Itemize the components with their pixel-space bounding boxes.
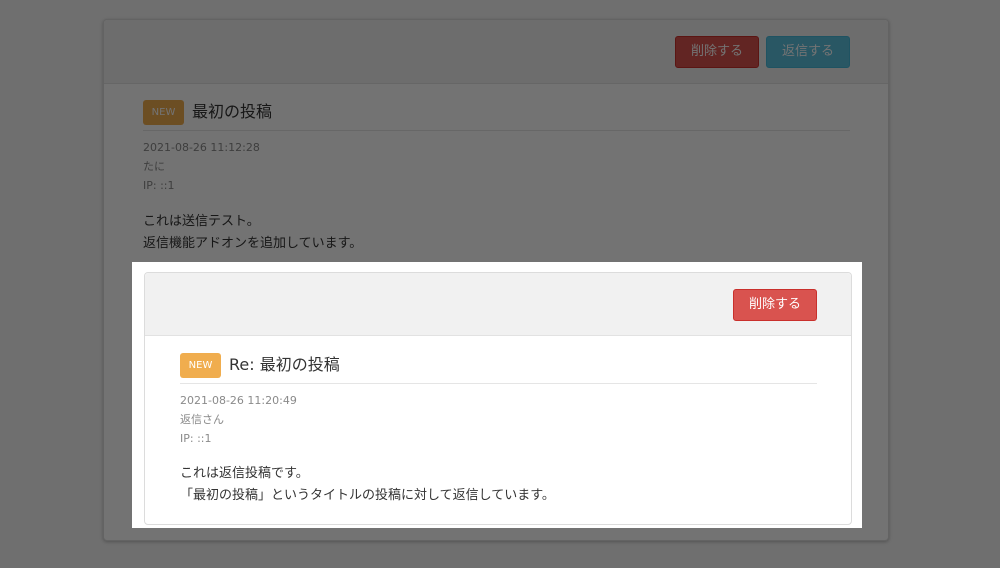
post-ip: IP: ::1 bbox=[143, 179, 175, 192]
reply-body-line: 「最初の投稿」というタイトルの投稿に対して返信しています。 bbox=[180, 488, 555, 503]
title-divider bbox=[180, 383, 817, 384]
post-body-line: 返信機能アドオンを追加しています。 bbox=[143, 236, 363, 251]
post-body-line: これは送信テスト。 bbox=[143, 214, 260, 229]
reply-author: 返信さん bbox=[180, 413, 224, 426]
reply-post-panel: 削除する NEW Re: 最初の投稿 2021-08-26 11:20:49 返… bbox=[144, 272, 852, 525]
new-badge: NEW bbox=[180, 353, 221, 378]
reply-title: Re: 最初の投稿 bbox=[229, 355, 340, 374]
reply-post-header: 削除する bbox=[145, 273, 851, 336]
delete-button[interactable]: 削除する bbox=[675, 36, 759, 68]
original-post-panel: 削除する 返信する NEW 最初の投稿 2021-08-26 11:12:28 … bbox=[103, 19, 889, 541]
reply-date: 2021-08-26 11:20:49 bbox=[180, 394, 297, 407]
reply-button[interactable]: 返信する bbox=[766, 36, 850, 68]
post-title: 最初の投稿 bbox=[192, 102, 273, 121]
new-badge: NEW bbox=[143, 100, 184, 125]
reply-body-line: これは返信投稿です。 bbox=[180, 466, 309, 481]
reply-delete-button[interactable]: 削除する bbox=[733, 289, 817, 321]
title-divider bbox=[143, 130, 850, 131]
reply-ip: IP: ::1 bbox=[180, 432, 212, 445]
post-author: たに bbox=[143, 160, 165, 173]
post-date: 2021-08-26 11:12:28 bbox=[143, 141, 260, 154]
original-post-header: 削除する 返信する bbox=[104, 20, 888, 84]
